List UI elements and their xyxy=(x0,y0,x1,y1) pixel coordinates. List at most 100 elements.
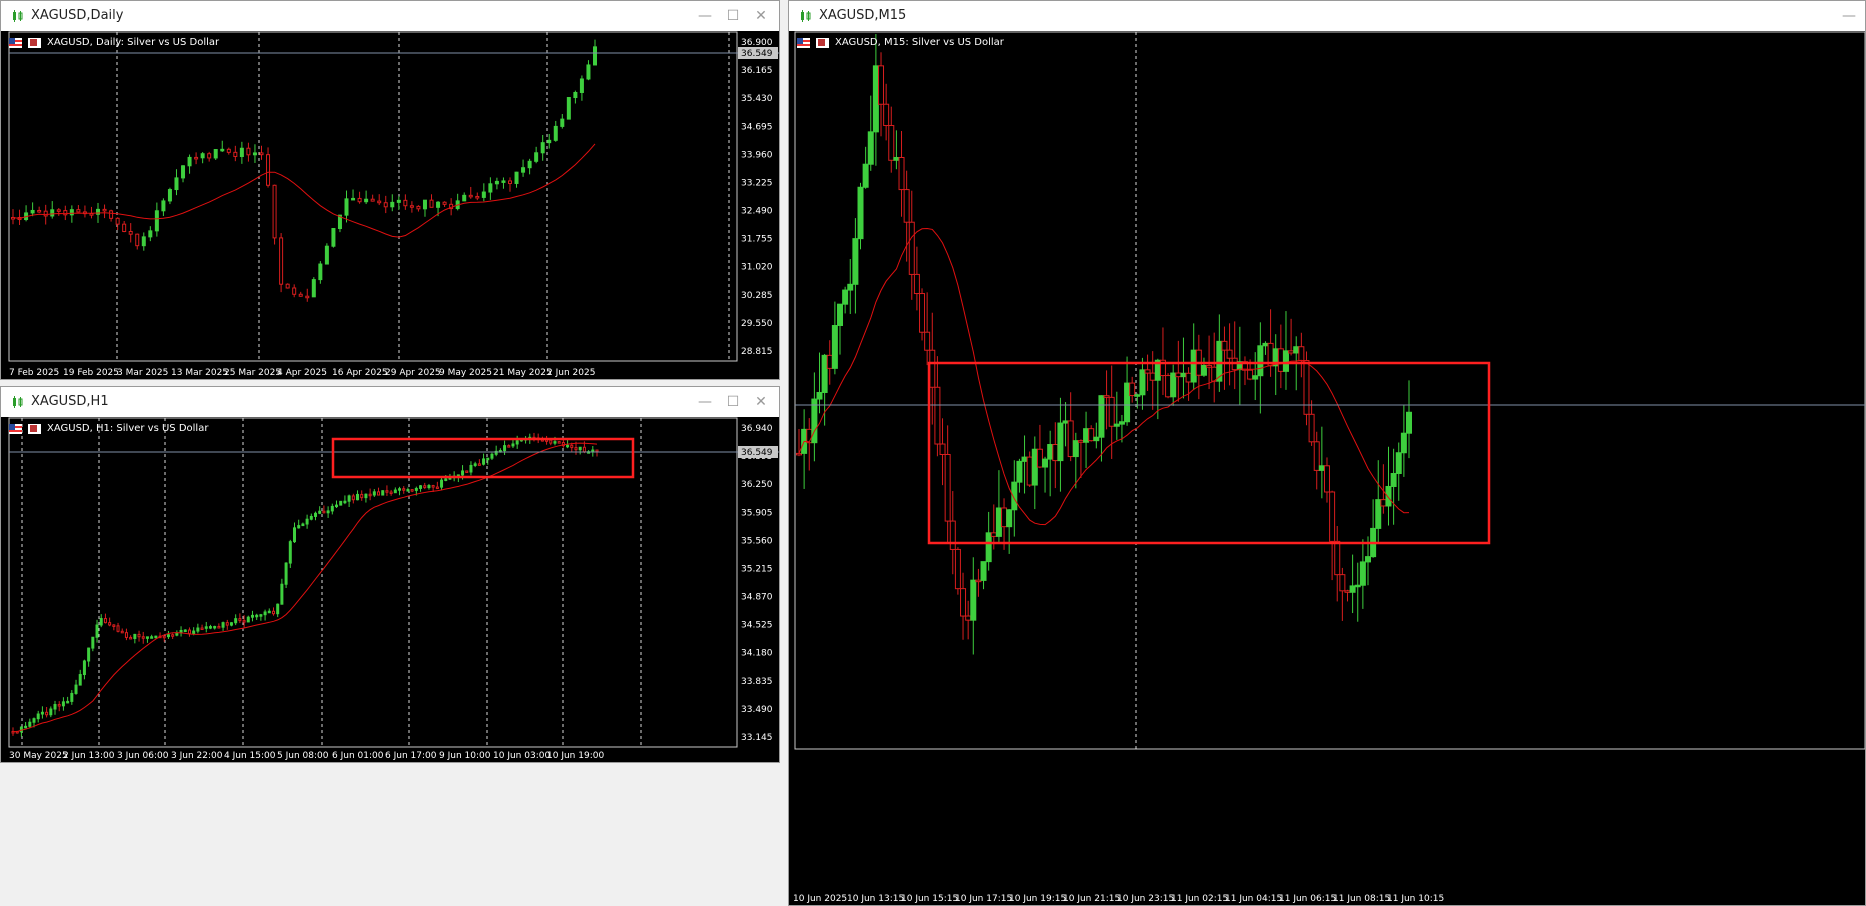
candle-body xyxy=(322,510,326,514)
candle-body xyxy=(442,201,447,205)
candle-body xyxy=(233,151,238,158)
candle-body xyxy=(167,189,172,202)
close-button[interactable]: ✕ xyxy=(747,392,775,412)
candle-body xyxy=(486,457,490,461)
candle-body xyxy=(1406,411,1412,434)
candle-body xyxy=(1031,448,1038,486)
candle-body xyxy=(1036,448,1043,468)
candle-body xyxy=(229,622,233,626)
y-axis-tick-label: 34.180 xyxy=(741,649,773,659)
candle-body xyxy=(372,491,376,496)
candle-body xyxy=(934,386,941,445)
m15-chart-svg: 10 Jun 2025 10 Jun 13:1510 Jun 15:1510 Ju… xyxy=(793,31,1865,904)
candle-body xyxy=(975,579,982,583)
candle-body xyxy=(898,157,905,191)
close-button[interactable]: ✕ xyxy=(747,6,775,26)
candle-body xyxy=(475,195,480,199)
y-axis-tick-label: 31.755 xyxy=(741,235,773,245)
candle-body xyxy=(929,349,936,388)
x-axis-tick-label: 2 Jun 13:00 xyxy=(63,751,115,761)
candle-body xyxy=(1226,349,1233,359)
minimize-button[interactable]: — xyxy=(691,6,719,26)
x-axis-tick-label: 10 Jun 2025 xyxy=(793,894,847,904)
candle-body xyxy=(1098,395,1105,438)
h1-chart[interactable]: 36.94036.59536.25035.90535.56035.21534.8… xyxy=(1,417,779,762)
x-axis-tick-label: 13 Mar 2025 xyxy=(171,368,228,378)
candle-body xyxy=(1129,382,1136,397)
candle-body xyxy=(852,238,859,285)
candle-body xyxy=(1118,421,1125,425)
candle-body xyxy=(913,273,920,295)
candle-body xyxy=(45,711,49,716)
x-axis-tick-label: 10 Jun 23:15 xyxy=(1117,894,1174,904)
candle-body xyxy=(347,495,351,502)
x-axis-tick-label: 19 Feb 2025 xyxy=(63,368,119,378)
candle-body xyxy=(43,210,48,217)
candle-body xyxy=(980,561,987,581)
maximize-button[interactable]: ☐ xyxy=(719,392,747,412)
candle-body xyxy=(435,486,439,490)
candle-body xyxy=(1400,432,1407,454)
candle-body xyxy=(171,634,175,637)
candle-body xyxy=(175,632,179,636)
candle-body xyxy=(1200,364,1207,376)
candle-body xyxy=(174,177,179,191)
moving-average-line xyxy=(798,227,1410,526)
highlight-box xyxy=(331,437,635,479)
candle-body xyxy=(511,443,515,447)
flag-icon xyxy=(9,37,22,48)
candle-body xyxy=(593,46,597,66)
candle-body xyxy=(796,452,802,456)
daily-titlebar[interactable]: XAGUSD,Daily — ☐ ✕ xyxy=(1,1,779,32)
candle-body xyxy=(1083,428,1090,443)
candle-body xyxy=(331,228,336,247)
candle-body xyxy=(154,635,158,639)
daily-chart-window[interactable]: XAGUSD,Daily — ☐ ✕ 36.900 36.165 35.430 34.… xyxy=(0,0,780,380)
candle-body xyxy=(1067,420,1074,458)
candle-body xyxy=(1282,350,1289,372)
candle-body xyxy=(36,713,40,720)
candle-body xyxy=(37,209,42,213)
candle-body xyxy=(444,478,448,481)
candle-body xyxy=(112,624,116,627)
candle-body xyxy=(534,152,539,162)
candle-body xyxy=(837,303,844,327)
candle-body xyxy=(1344,590,1351,593)
y-axis-tick-label: 36.250 xyxy=(741,480,773,490)
candle-body xyxy=(154,210,159,232)
candle-body xyxy=(1001,507,1008,528)
candle-body xyxy=(1318,465,1325,471)
candle-body xyxy=(95,624,99,638)
x-axis-tick-label: 30 May 2025 xyxy=(9,751,68,761)
h1-titlebar[interactable]: XAGUSD,H1 — ☐ ✕ xyxy=(1,387,779,418)
y-axis-tick-label: 36.900 xyxy=(741,38,773,48)
candle-body xyxy=(847,283,854,291)
m15-titlebar[interactable]: XAGUSD,M15 — xyxy=(789,1,1865,32)
window-title: XAGUSD,M15 xyxy=(819,8,907,23)
minimize-button[interactable]: — xyxy=(1835,6,1863,26)
candle-body xyxy=(1103,395,1110,398)
candle-body xyxy=(970,579,977,621)
candle-body xyxy=(252,152,257,156)
y-axis-tick-label: 31.020 xyxy=(741,263,773,273)
candle-body xyxy=(89,213,94,216)
candle-body xyxy=(161,200,166,212)
minimize-button[interactable]: — xyxy=(691,392,719,412)
candle-body xyxy=(356,493,360,501)
x-axis-tick-label: 3 Mar 2025 xyxy=(117,368,168,378)
candle-body xyxy=(549,439,553,444)
x-axis-tick-label: 10 Jun 21:15 xyxy=(1063,894,1120,904)
candle-body xyxy=(393,489,397,494)
candle-body xyxy=(1385,485,1392,507)
candle-body xyxy=(1334,540,1341,576)
daily-chart[interactable]: 36.900 36.165 35.430 34.695 33.960 33.225 32.4… xyxy=(1,31,779,379)
candle-body xyxy=(318,263,323,281)
candle-body xyxy=(540,142,545,154)
candle-body xyxy=(187,156,192,167)
m15-chart-window[interactable]: XAGUSD,M15 — 10 Jun 2025 10 Jun 13:15 10 J… xyxy=(788,0,1866,906)
h1-chart-window[interactable]: XAGUSD,H1 — ☐ ✕ 36.94036.59536.25035.905… xyxy=(0,386,780,763)
m15-chart[interactable]: 10 Jun 2025 10 Jun 13:15 10 Jun 15:15 10 Ju… xyxy=(789,31,1865,905)
candle-body xyxy=(259,152,264,156)
maximize-button[interactable]: ☐ xyxy=(719,6,747,26)
candle-body xyxy=(1298,346,1305,362)
